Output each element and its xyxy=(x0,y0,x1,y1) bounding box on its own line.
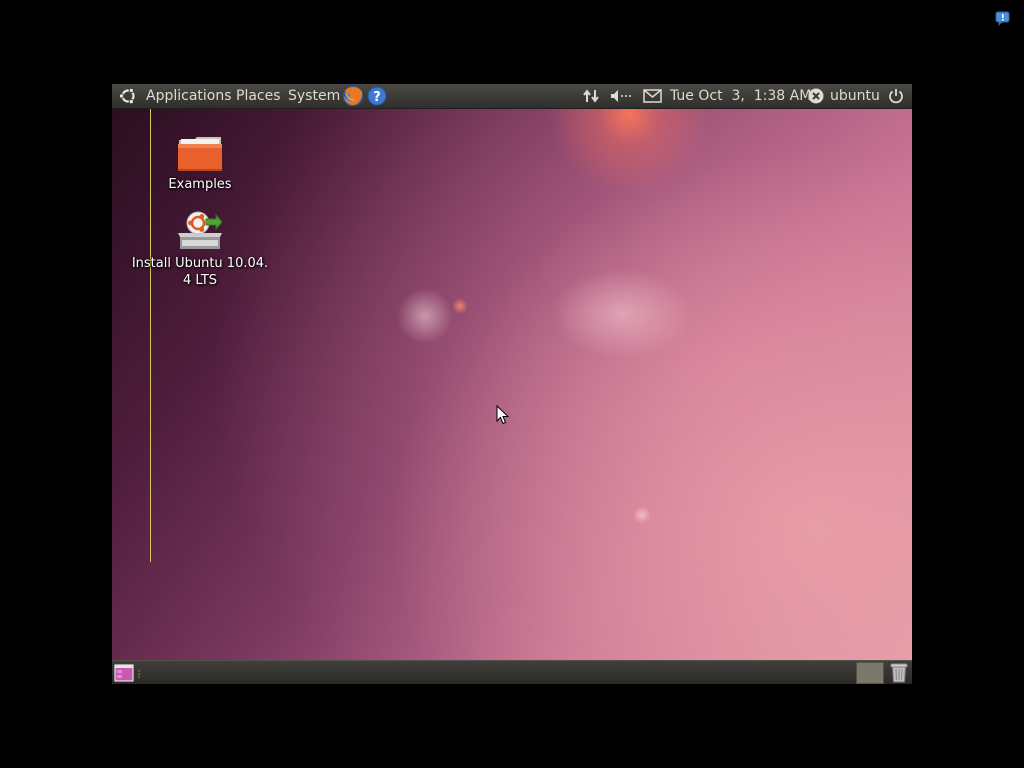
folder-icon xyxy=(178,137,222,171)
desktop-icon-label: Examples xyxy=(168,177,232,192)
status-offline-icon[interactable] xyxy=(807,87,825,105)
help-icon[interactable]: ? xyxy=(367,86,387,106)
system-menu[interactable]: System xyxy=(288,87,340,105)
focus-indicator-line xyxy=(150,109,151,562)
bottom-panel xyxy=(112,660,912,684)
svg-text:?: ? xyxy=(373,90,381,105)
installer-icon xyxy=(178,211,223,249)
panel-handle-icon[interactable] xyxy=(137,669,141,679)
applications-menu[interactable]: Applications xyxy=(146,87,232,105)
workspace-switcher[interactable] xyxy=(856,662,884,684)
desktop[interactable]: Examples Install Ubuntu 10.04. 4 LTS xyxy=(112,109,912,660)
top-panel: Applications Places System ? Tue Oct 3, … xyxy=(112,84,912,109)
desktop-icon-label: Install Ubuntu 10.04. 4 LTS xyxy=(131,256,269,288)
network-icon[interactable] xyxy=(582,88,600,104)
speech-bubble-alert-icon[interactable] xyxy=(995,11,1010,26)
vm-display: Applications Places System ? Tue Oct 3, … xyxy=(112,84,912,684)
desktop-icon-install-ubuntu[interactable]: Install Ubuntu 10.04. 4 LTS xyxy=(126,209,274,289)
trash-icon[interactable] xyxy=(889,662,909,684)
desktop-icon-examples[interactable]: Examples xyxy=(162,134,238,193)
mouse-pointer-icon xyxy=(496,405,510,425)
places-menu[interactable]: Places xyxy=(236,87,281,105)
host-screen: Applications Places System ? Tue Oct 3, … xyxy=(0,0,1024,768)
power-icon[interactable] xyxy=(887,87,905,105)
mail-icon[interactable] xyxy=(643,89,662,103)
firefox-icon[interactable] xyxy=(342,85,364,107)
volume-icon[interactable] xyxy=(610,88,632,104)
ubuntu-logo-icon[interactable] xyxy=(118,86,138,106)
user-menu[interactable]: ubuntu xyxy=(830,87,880,105)
clock[interactable]: Tue Oct 3, 1:38 AM xyxy=(670,87,811,105)
show-desktop-icon[interactable] xyxy=(114,663,134,683)
